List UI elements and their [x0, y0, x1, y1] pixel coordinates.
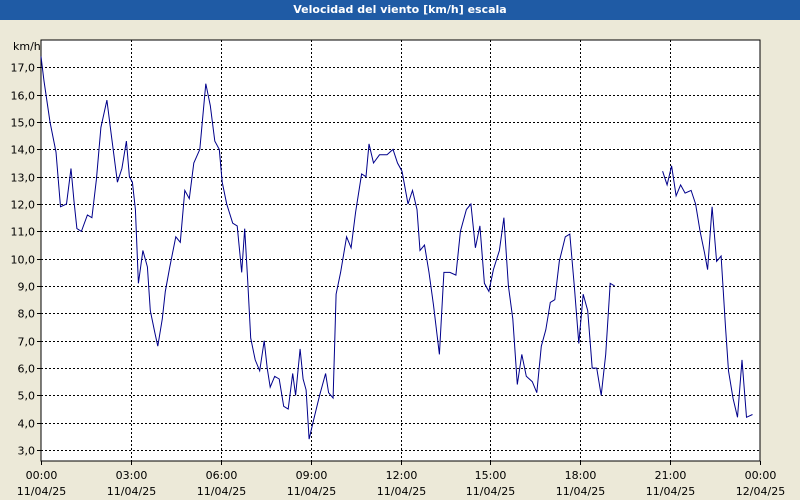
x-tick-date-label: 11/04/25 [197, 485, 246, 498]
plot-area [40, 39, 761, 462]
y-tick-label: 13,0 [11, 172, 36, 185]
x-tick-time-label: 12:00 [386, 469, 418, 482]
x-tick-time-label: 00:00 [745, 469, 777, 482]
x-tick-date-label: 12/04/25 [736, 485, 785, 498]
x-tick-time-label: 09:00 [296, 469, 328, 482]
x-tick-date-label: 11/04/25 [377, 485, 426, 498]
x-tick-time-label: 21:00 [655, 469, 687, 482]
y-tick-label: 7,0 [18, 336, 36, 349]
y-tick-label: 9,0 [18, 281, 36, 294]
x-tick-time-label: 00:00 [26, 469, 58, 482]
x-tick-date-label: 11/04/25 [466, 485, 515, 498]
x-tick-time-label: 03:00 [116, 469, 148, 482]
y-tick-label: 12,0 [11, 199, 36, 212]
y-tick-label: 14,0 [11, 144, 36, 157]
x-tick-date-label: 11/04/25 [556, 485, 605, 498]
y-tick-label: 11,0 [11, 226, 36, 239]
x-tick-date-label: 11/04/25 [287, 485, 336, 498]
y-tick-label: 16,0 [11, 90, 36, 103]
y-tick-label: 17,0 [11, 62, 36, 75]
x-tick-time-label: 15:00 [475, 469, 507, 482]
y-tick-label: 15,0 [11, 117, 36, 130]
x-tick-date-label: 11/04/25 [646, 485, 695, 498]
wind-speed-chart: km/h 3,0 4,0 5,0 6,0 7,0 8,0 9,0 10,0 11,0 12,0 13… [11, 39, 785, 498]
x-tick-date-label: 11/04/25 [107, 485, 156, 498]
y-tick-label: 3,0 [18, 445, 36, 458]
y-tick-label: 5,0 [18, 390, 36, 403]
x-tick-time-label: 18:00 [565, 469, 597, 482]
y-tick-label: 8,0 [18, 308, 36, 321]
y-tick-label: 10,0 [11, 254, 36, 267]
y-tick-label: 4,0 [18, 418, 36, 431]
y-axis-unit-label: km/h [13, 40, 41, 53]
x-tick-time-label: 06:00 [206, 469, 238, 482]
x-tick-date-label: 11/04/25 [17, 485, 66, 498]
y-tick-label: 6,0 [18, 363, 36, 376]
